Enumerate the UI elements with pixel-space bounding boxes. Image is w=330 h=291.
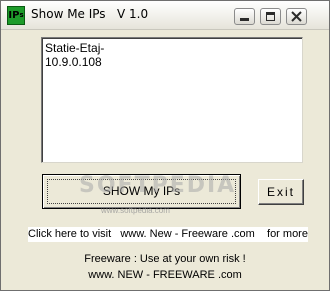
exit-button[interactable]: Exit: [258, 179, 304, 205]
visit-website-link[interactable]: Click here to visit www. New - Freeware …: [28, 227, 308, 242]
output-line-hostname: Statie-Etaj-: [45, 41, 105, 55]
minimize-icon: [240, 18, 249, 21]
close-icon: [291, 11, 302, 22]
exit-label: Exit: [266, 185, 295, 199]
app-logo-text: IP: [8, 10, 20, 21]
ip-output-box[interactable]: Statie-Etaj- 10.9.0.108: [41, 37, 303, 163]
app-window: IPs Show Me IPs V 1.0 Statie-Etaj- 10.9.…: [0, 0, 330, 291]
freeware-notice: Freeware : Use at your own risk !: [84, 253, 246, 265]
app-logo-subtext: s: [19, 11, 24, 19]
output-line-ip: 10.9.0.108: [45, 55, 102, 69]
close-button[interactable]: [286, 8, 307, 25]
app-logo-icon[interactable]: IPs: [7, 6, 25, 25]
softpedia-watermark: SOFTPEDIA: [79, 173, 237, 198]
maximize-icon: [266, 12, 275, 21]
minimize-button[interactable]: [234, 8, 255, 25]
maximize-button[interactable]: [260, 8, 281, 25]
window-title: Show Me IPs V 1.0: [31, 7, 149, 21]
website-footer: www. NEW - FREEWARE .com: [88, 269, 242, 281]
softpedia-watermark-url: www.softpedia.com: [101, 206, 170, 215]
title-bar[interactable]: IPs Show Me IPs V 1.0: [1, 1, 329, 30]
